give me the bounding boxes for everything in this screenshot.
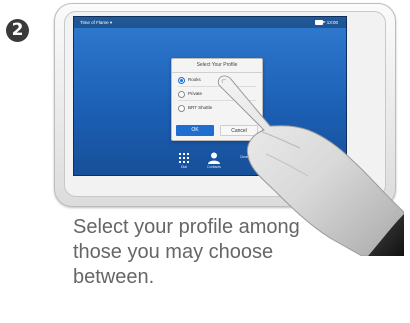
radio-unselected-icon[interactable] bbox=[178, 105, 185, 112]
status-clock: 13:00 bbox=[326, 20, 338, 25]
radio-unselected-icon[interactable] bbox=[178, 91, 185, 98]
radio-selected-icon[interactable] bbox=[178, 77, 185, 84]
caption-line-3: between. bbox=[73, 266, 155, 288]
camera-icon[interactable] bbox=[315, 20, 326, 25]
status-title: Time of Flame ▾ bbox=[80, 20, 113, 25]
caption-text: Select your profile among those you may … bbox=[73, 215, 373, 290]
caption-line-1: Select your profile among bbox=[73, 216, 300, 238]
dialog-title: Select Your Profile bbox=[172, 59, 262, 73]
caption-line-2: those you may choose bbox=[73, 241, 274, 263]
status-bar: Time of Flame ▾ 13:00 bbox=[74, 17, 346, 28]
keypad-icon bbox=[179, 153, 189, 163]
step-number-badge: 2 bbox=[6, 19, 29, 42]
